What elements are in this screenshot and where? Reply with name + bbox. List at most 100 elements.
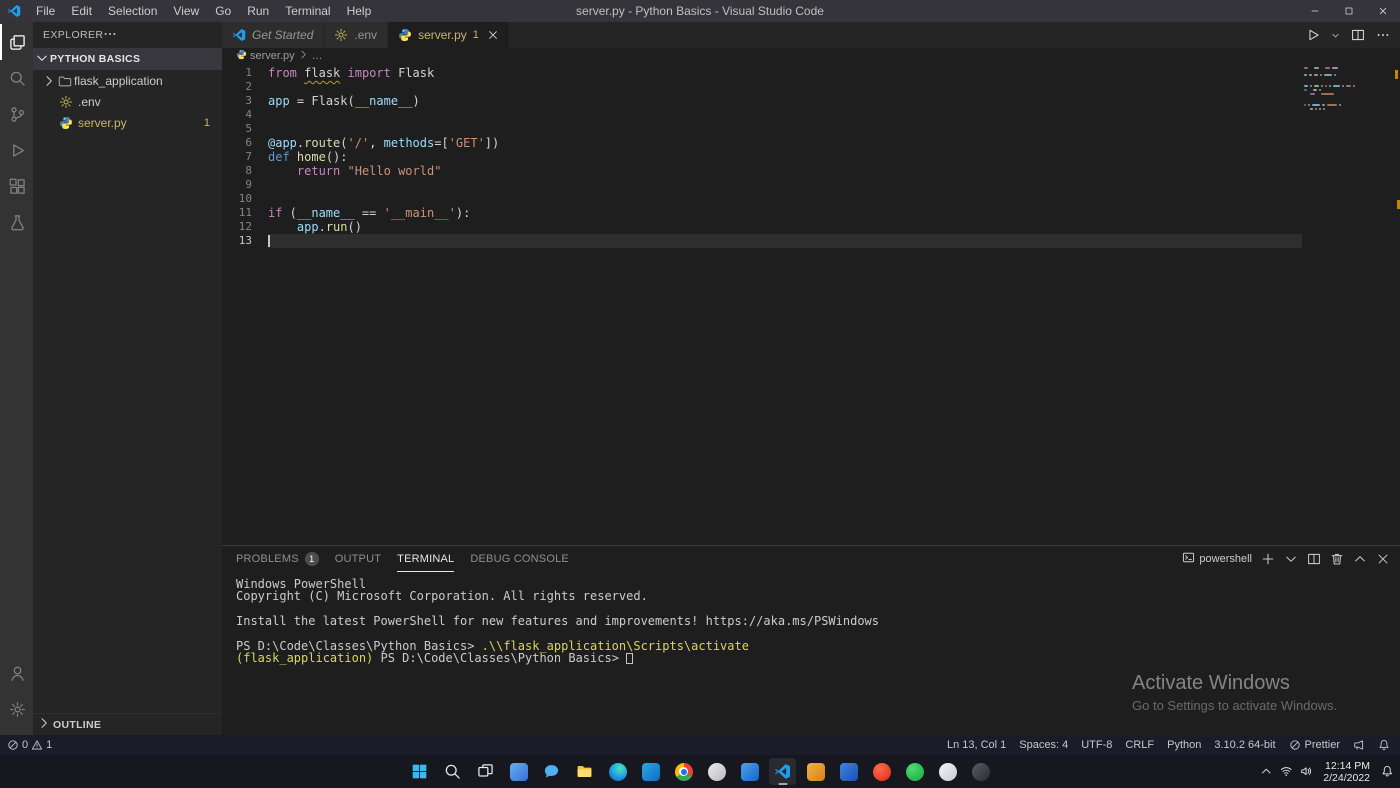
code-line-13[interactable]: 13 xyxy=(222,234,1400,248)
new-terminal-button[interactable] xyxy=(1261,552,1275,566)
tab-get-started[interactable]: Get Started xyxy=(222,22,325,48)
menu-edit[interactable]: Edit xyxy=(63,0,100,22)
code-line-12[interactable]: 12 app.run() xyxy=(222,220,1400,234)
breadcrumb[interactable]: server.py … xyxy=(222,48,1400,64)
tray-volume[interactable] xyxy=(1296,755,1316,788)
section-outline[interactable]: OUTLINE xyxy=(33,713,222,735)
tab-close-icon[interactable] xyxy=(487,29,499,41)
code-line-3[interactable]: 3 app = Flask(__name__) xyxy=(222,94,1400,108)
section-python-basics[interactable]: PYTHON BASICS xyxy=(33,48,222,70)
kill-terminal-button[interactable] xyxy=(1330,552,1344,566)
sidebar-more-actions-slot[interactable] xyxy=(103,27,117,44)
taskbar-icon-app-gray[interactable] xyxy=(703,758,730,785)
tray-wifi[interactable] xyxy=(1276,755,1296,788)
status-notifications[interactable] xyxy=(1378,739,1390,751)
code-line-4[interactable]: 4 xyxy=(222,108,1400,122)
breadcrumb-symbol[interactable]: … xyxy=(312,50,323,62)
panel-tab-output[interactable]: OUTPUT xyxy=(335,546,381,572)
maximize-button[interactable] xyxy=(1332,0,1366,22)
taskbar-icon-file-explorer[interactable] xyxy=(571,758,598,785)
menu-view[interactable]: View xyxy=(165,0,207,22)
taskbar-icon-outlook[interactable] xyxy=(637,758,664,785)
close-button[interactable] xyxy=(1366,0,1400,22)
tab-server-py[interactable]: server.py 1 xyxy=(388,22,510,48)
code-line-9[interactable]: 9 xyxy=(222,178,1400,192)
activity-explorer[interactable] xyxy=(0,24,33,60)
panel-tab-terminal[interactable]: TERMINAL xyxy=(397,546,455,572)
activity-source-control[interactable] xyxy=(0,96,33,132)
code-line-8[interactable]: 8 return "Hello world" xyxy=(222,164,1400,178)
taskbar-icon-app-light[interactable] xyxy=(934,758,961,785)
activity-settings[interactable] xyxy=(0,691,33,727)
code-line-2[interactable]: 2 xyxy=(222,80,1400,94)
terminal-body[interactable]: Windows PowerShell Copyright (C) Microsof… xyxy=(222,572,1400,665)
maximize-panel-button[interactable] xyxy=(1353,552,1367,566)
menu-file[interactable]: File xyxy=(28,0,63,22)
menu-terminal[interactable]: Terminal xyxy=(277,0,338,22)
taskbar-icon-vscode[interactable] xyxy=(769,758,796,785)
taskbar-icon-app-blue-2[interactable] xyxy=(835,758,862,785)
taskbar-icon-task-view[interactable] xyxy=(472,758,499,785)
code-line-10[interactable]: 10 xyxy=(222,192,1400,206)
panel-tab-problems[interactable]: PROBLEMS 1 xyxy=(236,546,319,572)
taskbar-icon-search[interactable] xyxy=(439,758,466,785)
taskbar-icon-chrome[interactable] xyxy=(670,758,697,785)
code-line-11[interactable]: 11 if (__name__ == '__main__'): xyxy=(222,206,1400,220)
close-panel-button[interactable] xyxy=(1376,552,1390,566)
breadcrumb-file[interactable]: server.py xyxy=(250,50,295,62)
activity-extensions[interactable] xyxy=(0,168,33,204)
code-line-6[interactable]: 6 @app.route('/', methods=['GET']) xyxy=(222,136,1400,150)
menu-selection[interactable]: Selection xyxy=(100,0,165,22)
menu-help[interactable]: Help xyxy=(339,0,380,22)
status-prettier[interactable]: Prettier xyxy=(1289,739,1340,751)
panel-tab-label: DEBUG CONSOLE xyxy=(470,552,569,565)
taskbar-clock[interactable]: 12:14 PM 2/24/2022 xyxy=(1316,760,1377,784)
activity-run-and-debug[interactable] xyxy=(0,132,33,168)
minimap[interactable] xyxy=(1304,67,1386,115)
tree-item-server.py[interactable]: server.py 1 xyxy=(33,112,222,133)
status-language-mode[interactable]: Python xyxy=(1167,739,1201,751)
taskbar-icon-app-red[interactable] xyxy=(868,758,895,785)
tray-notifications-slot[interactable] xyxy=(1377,755,1397,788)
activity-search[interactable] xyxy=(0,60,33,96)
menu-run[interactable]: Run xyxy=(239,0,277,22)
activity-testing[interactable] xyxy=(0,204,33,240)
taskbar-icon-edge[interactable] xyxy=(604,758,631,785)
tree-item-.env[interactable]: .env xyxy=(33,91,222,112)
shell-selector[interactable]: powershell xyxy=(1182,551,1252,567)
taskbar-icon-start[interactable] xyxy=(406,758,433,785)
split-terminal-button[interactable] xyxy=(1307,552,1321,566)
status-feedback[interactable] xyxy=(1353,739,1365,751)
tray-expand[interactable] xyxy=(1256,755,1276,788)
editor-pane[interactable]: 1 from flask import Flask 2 3 app = Flask(__… xyxy=(222,64,1400,545)
menu-go[interactable]: Go xyxy=(207,0,239,22)
line-number: 11 xyxy=(238,206,252,219)
status-python-version[interactable]: 3.10.2 64-bit xyxy=(1214,739,1275,751)
taskbar-icon-chat[interactable] xyxy=(538,758,565,785)
taskbar-icon-widgets[interactable] xyxy=(505,758,532,785)
editor-more-actions[interactable] xyxy=(1376,28,1390,42)
code-line-1[interactable]: 1 from flask import Flask xyxy=(222,66,1400,80)
tree-item-flask_application[interactable]: flask_application xyxy=(33,70,222,91)
run-python-file-button[interactable] xyxy=(1306,28,1320,42)
status-problems[interactable]: 01 xyxy=(7,739,52,751)
status-encoding[interactable]: UTF-8 xyxy=(1081,739,1112,751)
status-eol[interactable]: CRLF xyxy=(1125,739,1154,751)
code-line-5[interactable]: 5 xyxy=(222,122,1400,136)
tab--env[interactable]: .env xyxy=(324,22,389,48)
line-number: 13 xyxy=(238,234,252,247)
run-dropdown[interactable] xyxy=(1331,31,1340,40)
taskbar-icon-app-orange[interactable] xyxy=(802,758,829,785)
code-line-7[interactable]: 7 def home(): xyxy=(222,150,1400,164)
status-indentation[interactable]: Spaces: 4 xyxy=(1019,739,1068,751)
panel-tab-debug-console[interactable]: DEBUG CONSOLE xyxy=(470,546,569,572)
status-cursor-position[interactable]: Ln 13, Col 1 xyxy=(947,739,1006,751)
terminal-dropdown[interactable] xyxy=(1284,552,1298,566)
activity-accounts[interactable] xyxy=(0,655,33,691)
taskbar-icon-app-blue[interactable] xyxy=(736,758,763,785)
split-editor-button[interactable] xyxy=(1351,28,1365,42)
minimize-button[interactable] xyxy=(1298,0,1332,22)
taskbar-apps xyxy=(406,755,994,788)
taskbar-icon-app-green[interactable] xyxy=(901,758,928,785)
taskbar-icon-app-dark[interactable] xyxy=(967,758,994,785)
